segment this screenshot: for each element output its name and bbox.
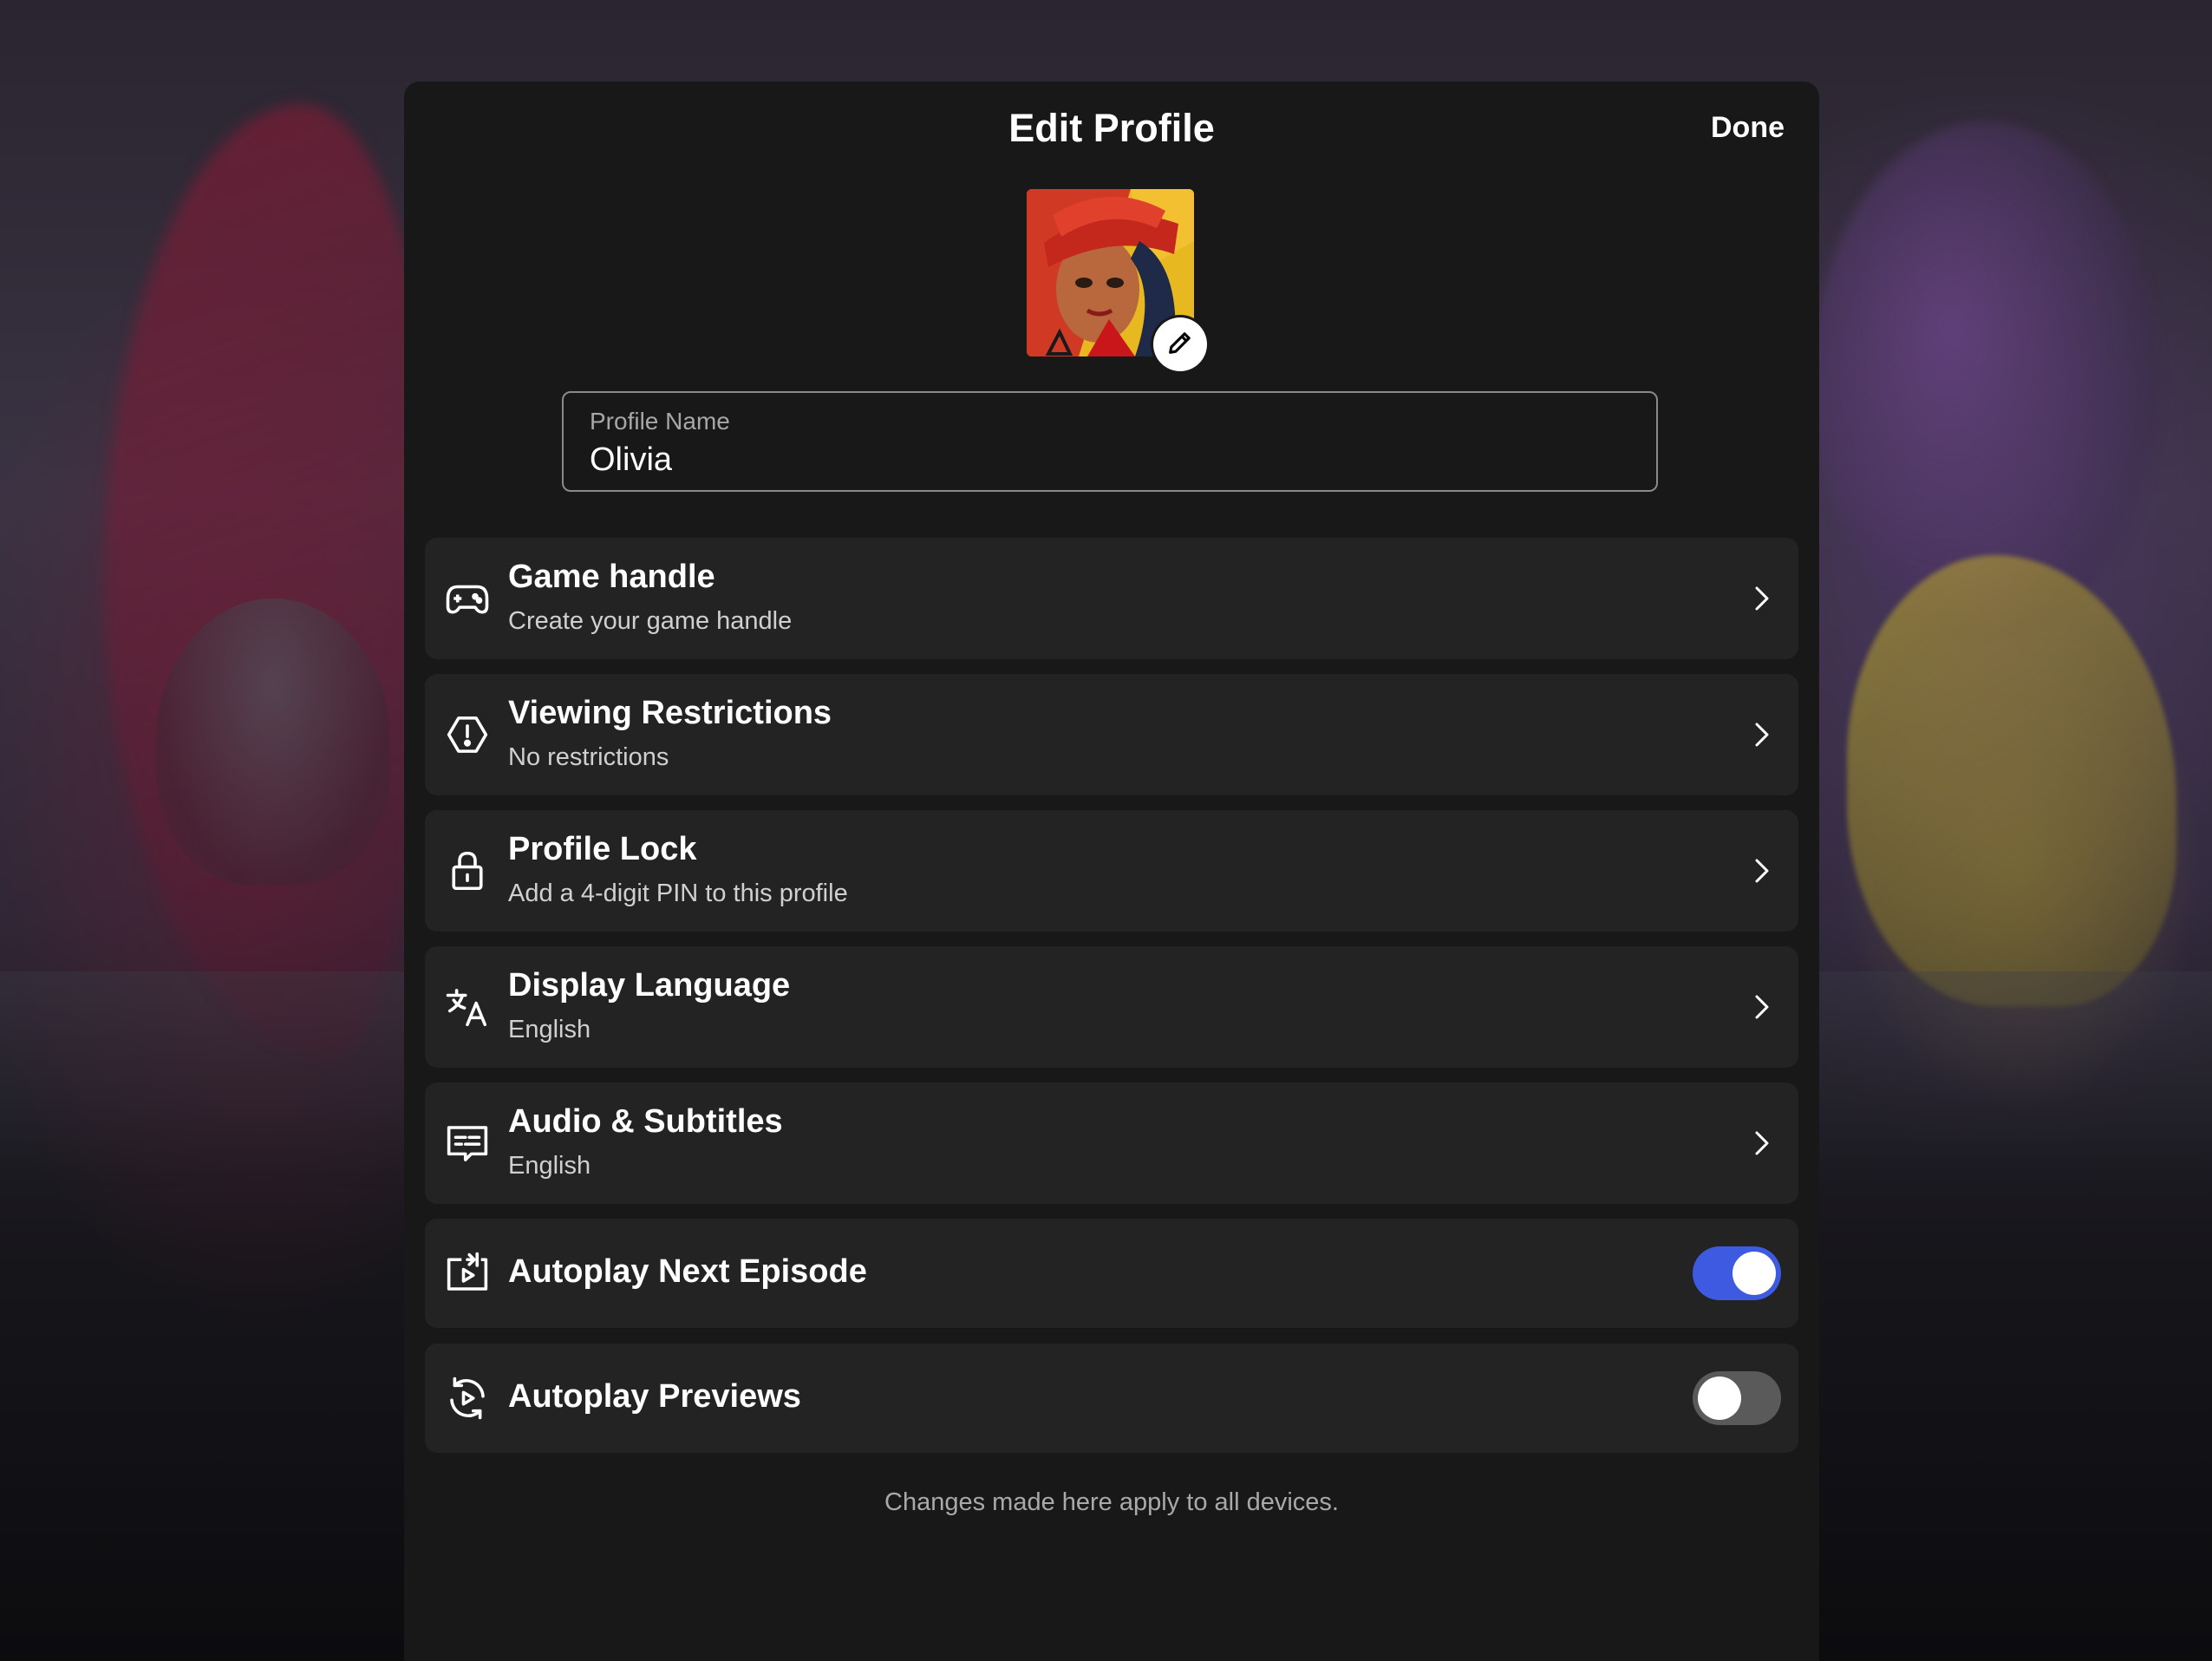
page-title: Edit Profile xyxy=(1008,106,1215,150)
chevron-right-icon xyxy=(1748,581,1774,616)
toggle-knob xyxy=(1732,1252,1776,1295)
setting-row-audio-subtitles[interactable]: Audio & Subtitles English xyxy=(425,1082,1798,1204)
chevron-right-icon xyxy=(1748,853,1774,888)
background-character-hair xyxy=(104,104,434,1058)
setting-title: Viewing Restrictions xyxy=(508,695,832,731)
autoplay-next-episode-toggle[interactable] xyxy=(1693,1246,1781,1300)
footer-note: Changes made here apply to all devices. xyxy=(884,1488,1339,1516)
subtitles-icon xyxy=(444,1120,491,1167)
setting-row-profile-lock[interactable]: Profile Lock Add a 4-digit PIN to this p… xyxy=(425,810,1798,932)
profile-name-field[interactable]: Profile Name xyxy=(562,391,1658,492)
autoplay-next-icon xyxy=(444,1250,491,1297)
setting-subtitle: No restrictions xyxy=(508,743,669,771)
setting-title: Profile Lock xyxy=(508,831,697,867)
setting-row-autoplay-next-episode: Autoplay Next Episode xyxy=(425,1219,1798,1328)
setting-row-display-language[interactable]: Display Language English xyxy=(425,946,1798,1068)
gamepad-icon xyxy=(444,575,491,622)
warning-hexagon-icon xyxy=(444,711,491,758)
setting-subtitle: Create your game handle xyxy=(508,607,793,635)
setting-title: Display Language xyxy=(508,967,791,1004)
setting-title: Autoplay Next Episode xyxy=(508,1253,867,1290)
chevron-right-icon xyxy=(1748,990,1774,1024)
background-lamp xyxy=(156,598,390,885)
edit-avatar-button[interactable] xyxy=(1153,317,1207,371)
profile-name-input[interactable] xyxy=(590,440,1621,480)
chevron-right-icon xyxy=(1748,1126,1774,1161)
setting-row-autoplay-previews: Autoplay Previews xyxy=(425,1344,1798,1453)
autoplay-previews-icon xyxy=(444,1375,491,1422)
background-character-hair-right xyxy=(1812,121,2159,642)
setting-title: Audio & Subtitles xyxy=(508,1103,783,1140)
setting-subtitle: Add a 4-digit PIN to this profile xyxy=(508,880,848,907)
autoplay-previews-toggle[interactable] xyxy=(1693,1371,1781,1425)
background-character-outfit xyxy=(1847,555,2176,1006)
avatar-section xyxy=(1027,189,1207,371)
translate-icon xyxy=(444,984,491,1030)
setting-subtitle: English xyxy=(508,1016,591,1043)
done-button[interactable]: Done xyxy=(1711,106,1785,149)
chevron-right-icon xyxy=(1748,717,1774,752)
lock-icon xyxy=(444,847,491,894)
setting-title: Game handle xyxy=(508,559,715,595)
setting-row-viewing-restrictions[interactable]: Viewing Restrictions No restrictions xyxy=(425,674,1798,795)
pencil-icon xyxy=(1165,328,1195,362)
edit-profile-dialog: Edit Profile Done Profile Name Olivia Ga… xyxy=(404,82,1819,1661)
setting-subtitle: English xyxy=(508,1152,591,1180)
setting-title: Autoplay Previews xyxy=(508,1378,801,1415)
setting-row-game-handle[interactable]: Game handle Create your game handle xyxy=(425,538,1798,659)
profile-name-label: Profile Name xyxy=(590,408,730,435)
toggle-knob xyxy=(1698,1377,1741,1420)
